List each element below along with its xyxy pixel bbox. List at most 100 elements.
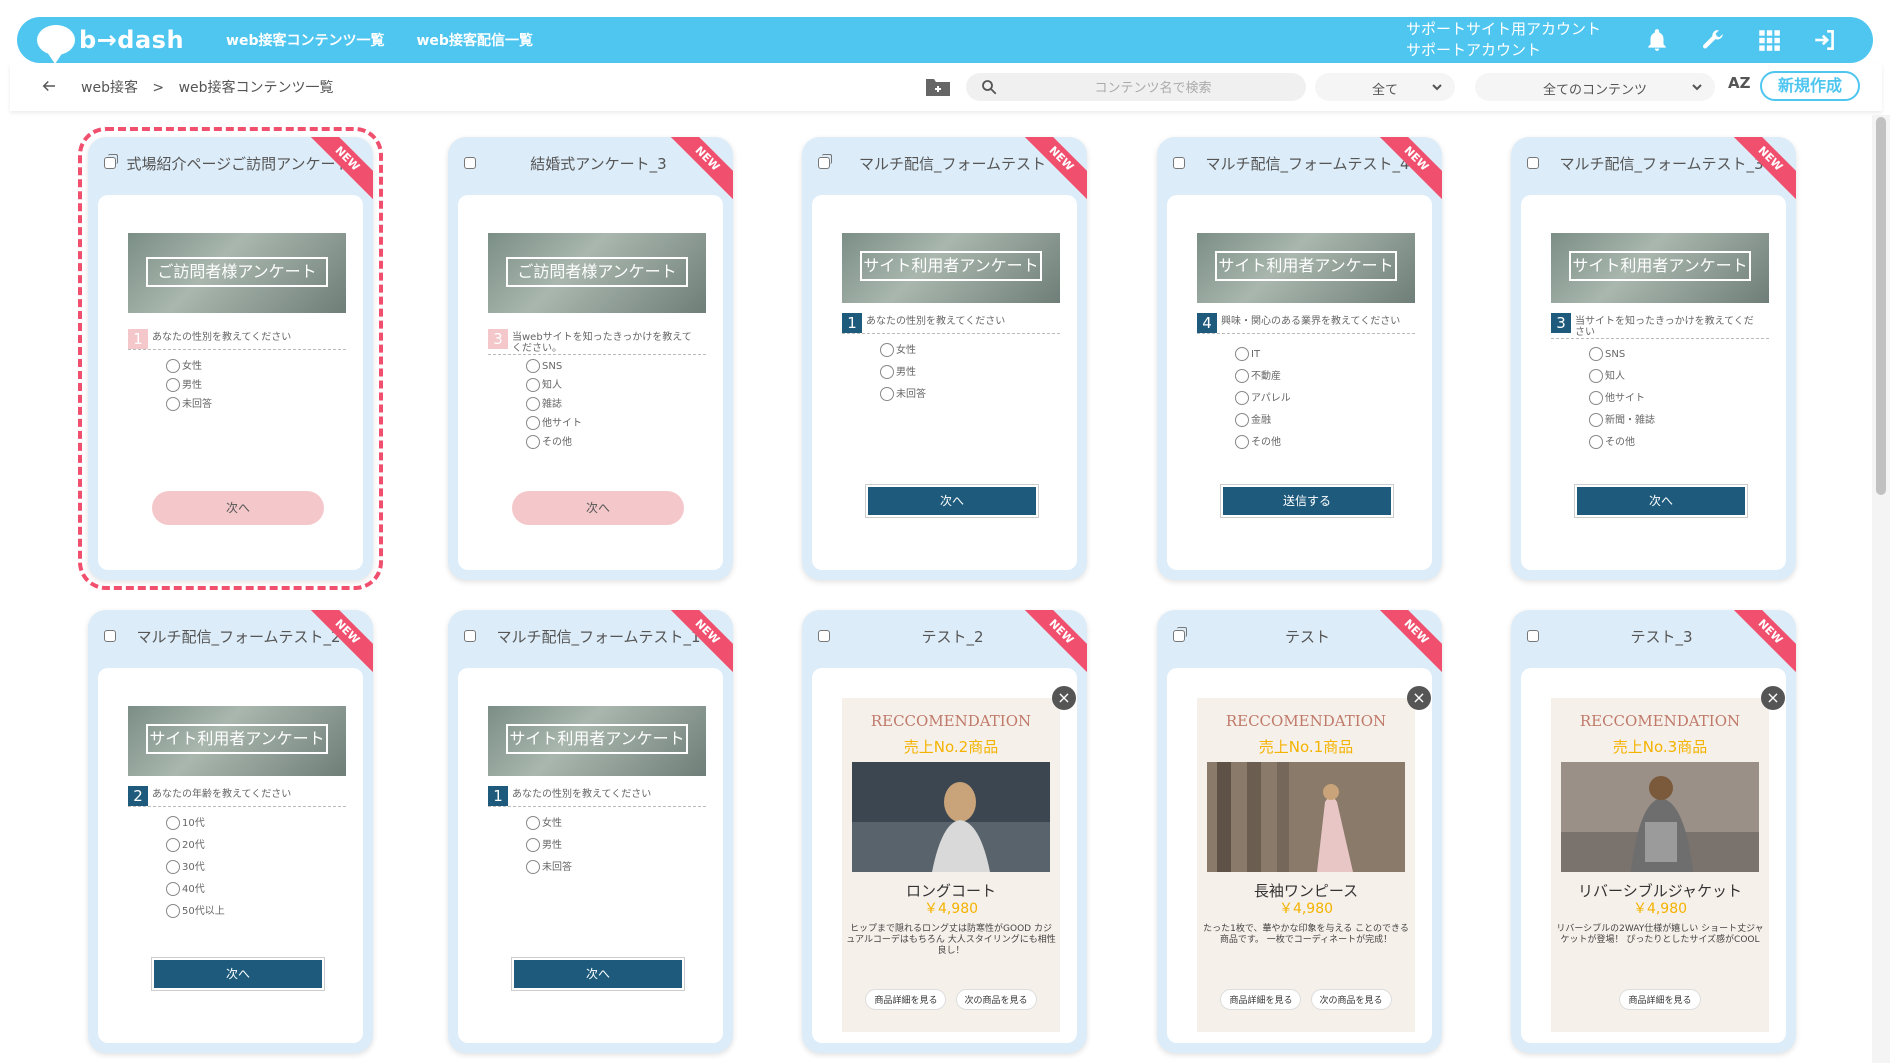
create-new-button[interactable]: 新規作成 — [1760, 71, 1860, 101]
filter-contents-select[interactable]: 全てのコンテンツ — [1475, 73, 1715, 101]
content-card[interactable]: マルチ配信_フォームテスト_1 NEW サイト利用者アンケート 1 あなたの性別を… — [448, 610, 733, 1053]
survey-hero-label: ご訪問者様アンケート — [506, 257, 688, 287]
radio-option: 20代 — [166, 838, 205, 854]
search-icon — [982, 80, 997, 95]
radio-option: 未回答 — [880, 387, 926, 403]
question-text: あなたの性別を教えてください — [152, 332, 292, 343]
card-header: 結婚式アンケート_3 NEW — [448, 137, 733, 202]
product-image — [1207, 762, 1405, 872]
card-checkbox[interactable] — [1527, 157, 1539, 169]
card-title: マルチ配信_フォームテスト — [858, 155, 1047, 173]
recommendation-title: RECCOMENDATION — [1579, 712, 1741, 730]
question-text: あなたの年齢を教えてください — [152, 789, 292, 800]
card-checkbox[interactable] — [104, 154, 118, 169]
recommendation-preview: RECCOMENDATION 売上No.1商品 長袖ワンピース ￥4,980 た… — [1167, 668, 1432, 1043]
content-card[interactable]: マルチ配信_フォームテスト_2 NEW サイト利用者アンケート 2 あなたの年齢を… — [88, 610, 373, 1053]
survey-preview: ご訪問者様アンケート 1 あなたの性別を教えてください 女性 男性 未回答 次へ — [98, 195, 363, 570]
recommendation-panel: RECCOMENDATION 売上No.1商品 長袖ワンピース ￥4,980 た… — [1197, 698, 1415, 1032]
question-number: 1 — [488, 786, 508, 806]
card-checkbox[interactable] — [464, 630, 476, 642]
bdash-logo[interactable]: b→dash — [37, 25, 184, 64]
nav-web-contents-list[interactable]: web接客コンテンツ一覧 — [226, 30, 384, 50]
card-checkbox[interactable] — [464, 157, 476, 169]
content-card[interactable]: 結婚式アンケート_3 NEW ご訪問者様アンケート 3 当webサイトを知ったきっ… — [448, 137, 733, 580]
radio-option: 不動産 — [1235, 369, 1281, 385]
card-checkbox[interactable] — [1173, 627, 1187, 642]
scroll-thumb[interactable] — [1876, 117, 1886, 495]
chevron-down-icon — [1432, 84, 1442, 91]
product-price: ￥4,980 — [1278, 901, 1334, 917]
filter-contents-value: 全てのコンテンツ — [1542, 83, 1647, 98]
card-title: 結婚式アンケート_3 — [530, 155, 667, 173]
grid-icon[interactable] — [1755, 26, 1783, 54]
logo-mark-icon — [37, 25, 75, 64]
radio-option: IT — [1235, 347, 1260, 363]
recommendation-title: RECCOMENDATION — [870, 712, 1032, 730]
content-card[interactable]: マルチ配信_フォームテスト NEW サイト利用者アンケート 1 あなたの性別を教え… — [802, 137, 1087, 580]
question-row: 4 興味・関心のある業界を教えてください — [1197, 313, 1415, 334]
radio-option: その他 — [526, 435, 572, 451]
recommendation-subtitle: 売上No.2商品 — [903, 738, 999, 756]
survey-hero-image: サイト利用者アンケート — [128, 706, 346, 776]
card-checkbox[interactable] — [818, 154, 832, 169]
radio-option: その他 — [1235, 435, 1281, 451]
close-icon: × — [1407, 686, 1431, 710]
radio-option: 新聞・雑誌 — [1589, 413, 1655, 429]
question-row: 3 当サイトを知ったきっかけを教えてください — [1551, 313, 1769, 339]
radio-option: 未回答 — [166, 397, 212, 413]
radio-option: 知人 — [526, 378, 562, 394]
next-button-preview: 次へ — [512, 491, 684, 525]
radio-option: その他 — [1589, 435, 1635, 451]
question-number: 1 — [128, 329, 148, 349]
card-checkbox[interactable] — [1527, 630, 1539, 642]
nav-web-delivery-list[interactable]: web接客配信一覧 — [417, 30, 533, 50]
radio-option: 他サイト — [526, 416, 582, 432]
card-title: テスト — [1284, 628, 1330, 646]
product-price: ￥4,980 — [923, 901, 979, 917]
next-button-preview: 次へ — [512, 958, 684, 990]
survey-hero-image: サイト利用者アンケート — [1197, 233, 1415, 303]
content-card[interactable]: マルチ配信_フォームテスト_4 NEW サイト利用者アンケート 4 興味・関心のあ… — [1157, 137, 1442, 580]
next-button-preview: 次へ — [152, 958, 324, 990]
survey-hero-image: ご訪問者様アンケート — [128, 233, 346, 313]
wrench-icon[interactable] — [1699, 26, 1727, 54]
survey-hero-image: サイト利用者アンケート — [842, 233, 1060, 303]
content-card[interactable]: 式場紹介ページご訪問アンケート NEW ご訪問者様アンケート 1 あなたの性別を教… — [78, 127, 383, 590]
survey-preview: サイト利用者アンケート 4 興味・関心のある業界を教えてください IT 不動産 ア… — [1167, 195, 1432, 570]
filter-all-select[interactable]: 全て — [1315, 73, 1455, 101]
card-header: 式場紹介ページご訪問アンケート NEW — [88, 137, 373, 202]
product-detail-button-preview: 商品詳細を見る — [1221, 990, 1301, 1009]
account-info[interactable]: サポートサイト用アカウント サポートアカウント — [1406, 19, 1601, 61]
logout-icon[interactable] — [1811, 26, 1839, 54]
search-input[interactable] — [1006, 77, 1300, 99]
back-arrow-icon[interactable] — [40, 77, 58, 95]
add-folder-icon[interactable] — [925, 75, 951, 97]
question-number: 3 — [488, 329, 508, 349]
survey-hero-label: サイト利用者アンケート — [860, 251, 1042, 281]
sort-az-icon[interactable]: AZ — [1728, 74, 1751, 92]
question-text: 興味・関心のある業界を教えてください — [1221, 316, 1401, 327]
card-header: マルチ配信_フォームテスト_3 NEW — [1511, 137, 1796, 202]
radio-option: 男性 — [166, 378, 202, 394]
radio-option: 女性 — [166, 359, 202, 375]
breadcrumb-web[interactable]: web接客 — [81, 80, 138, 96]
breadcrumb-current: web接客コンテンツ一覧 — [178, 80, 334, 96]
card-checkbox[interactable] — [1173, 157, 1185, 169]
survey-hero-label: サイト利用者アンケート — [1569, 251, 1751, 281]
scrollbar[interactable] — [1872, 115, 1890, 1063]
question-text: あなたの性別を教えてください — [866, 316, 1006, 327]
survey-hero-image: ご訪問者様アンケート — [488, 233, 706, 313]
content-card[interactable]: テスト_3 NEW RECCOMENDATION 売上No.3商品 リバーシブル… — [1511, 610, 1796, 1053]
survey-hero-label: サイト利用者アンケート — [146, 724, 328, 754]
content-card[interactable]: テスト NEW RECCOMENDATION 売上No.1商品 長袖ワンピース … — [1157, 610, 1442, 1053]
content-card[interactable]: テスト_2 NEW RECCOMENDATION 売上No.2商品 ロングコート… — [802, 610, 1087, 1053]
card-checkbox[interactable] — [818, 630, 830, 642]
content-card[interactable]: マルチ配信_フォームテスト_3 NEW サイト利用者アンケート 3 当サイトを知っ… — [1511, 137, 1796, 580]
card-header: テスト_2 NEW — [802, 610, 1087, 675]
question-text: 当webサイトを知ったきっかけを教えてください。 — [512, 332, 692, 354]
card-header: マルチ配信_フォームテスト_4 NEW — [1157, 137, 1442, 202]
card-header: マルチ配信_フォームテスト_2 NEW — [88, 610, 373, 675]
radio-option: 金融 — [1235, 413, 1271, 429]
bell-icon[interactable] — [1643, 26, 1671, 54]
card-checkbox[interactable] — [104, 630, 116, 642]
